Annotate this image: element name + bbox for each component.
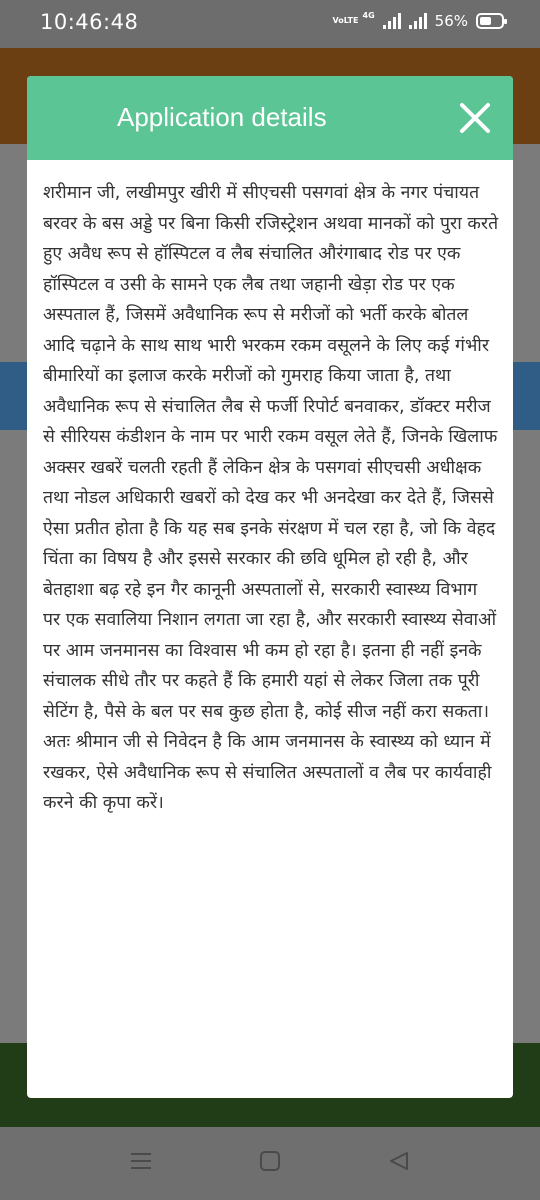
dialog-body: शरीमान जी, लखीमपुर खीरी में सीएचसी पसगवा…	[27, 160, 513, 819]
battery-icon	[476, 13, 507, 29]
close-x-icon	[460, 103, 490, 133]
application-details-text: शरीमान जी, लखीमपुर खीरी में सीएचसी पसगवा…	[43, 183, 499, 813]
network-type: 4G	[362, 10, 375, 20]
dialog-title: Application details	[117, 102, 327, 132]
application-details-dialog: Application details शरीमान जी, लखीमपुर ख…	[27, 76, 513, 1098]
status-icons: VoLTE 4G 56%	[332, 10, 507, 30]
home-square-icon[interactable]	[259, 1150, 281, 1177]
signal-icon	[382, 13, 401, 29]
close-button[interactable]	[457, 100, 493, 136]
battery-percent: 56%	[434, 12, 468, 30]
status-time: 10:46:48	[40, 10, 139, 34]
status-bar: 10:46:48 VoLTE 4G 56%	[0, 0, 540, 48]
signal-icon-2	[408, 13, 427, 29]
menu-icon[interactable]	[130, 1150, 152, 1177]
back-triangle-icon[interactable]	[388, 1150, 410, 1177]
battery-fill	[480, 17, 491, 25]
volte-label: VoLTE	[332, 16, 359, 25]
dialog-header: Application details	[27, 76, 513, 160]
